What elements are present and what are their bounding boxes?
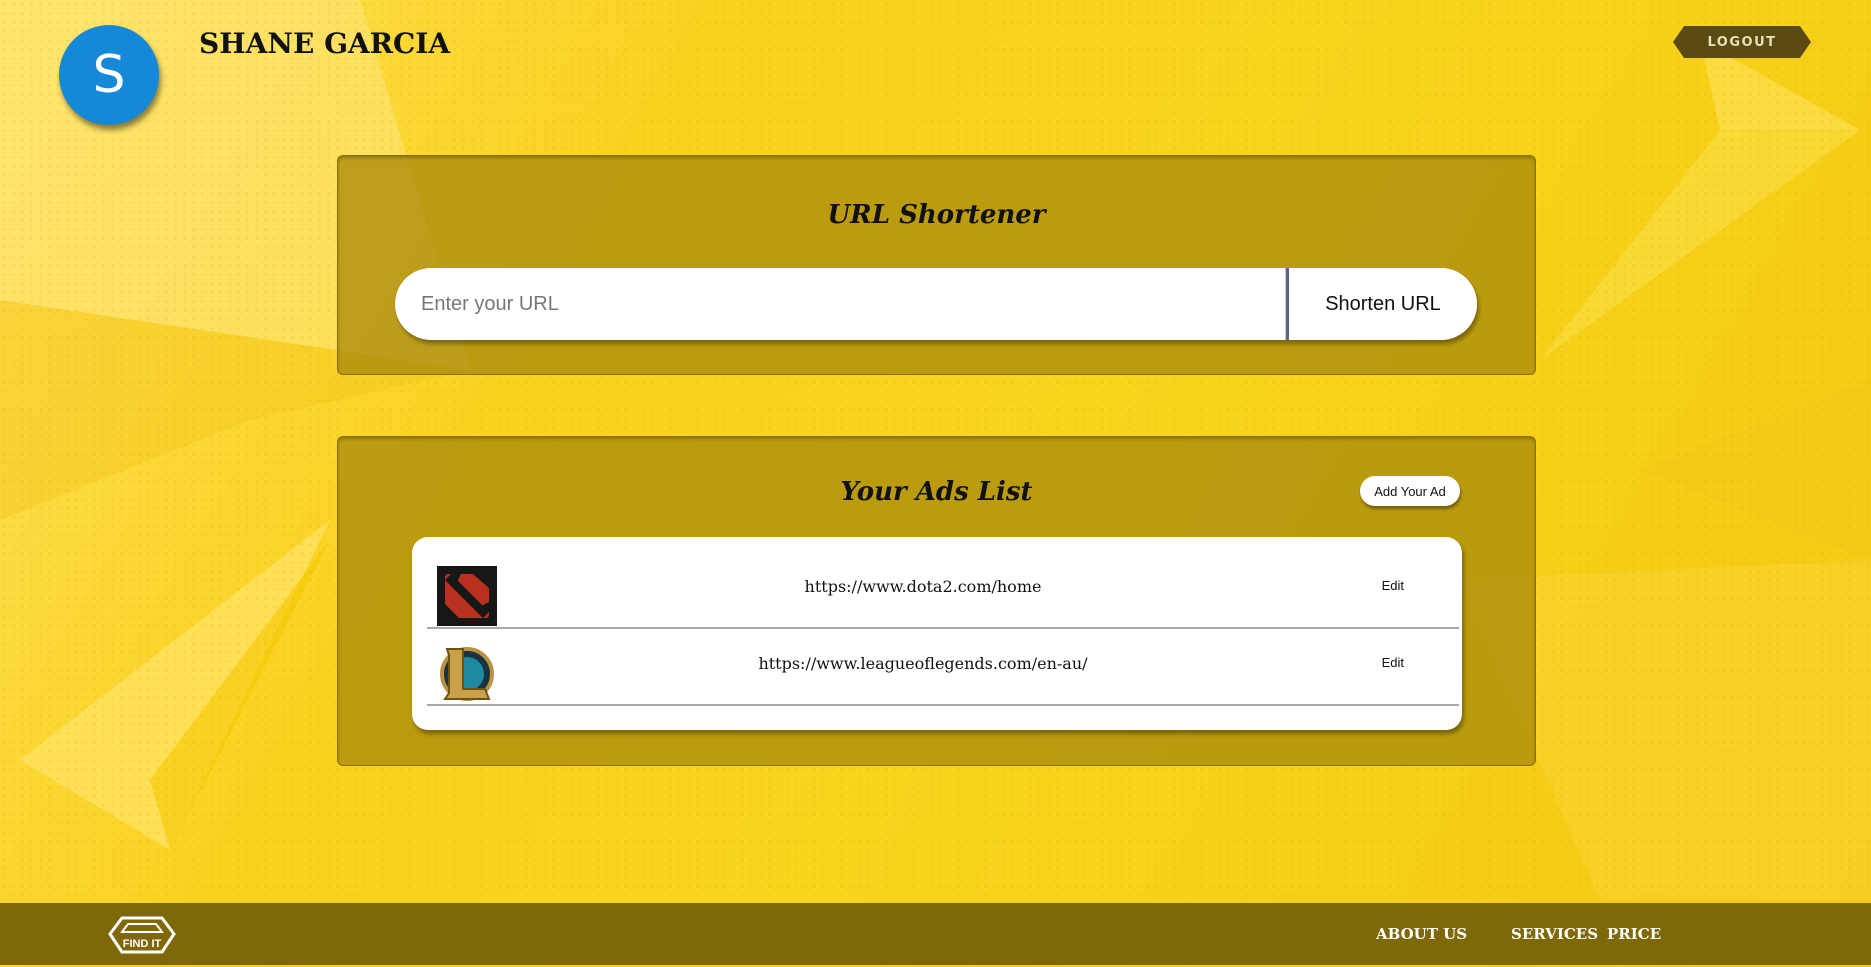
ad-list-item: https://www.dota2.com/home Edit <box>427 551 1459 629</box>
ads-list-panel: Your Ads List Add Your Ad https://www.do… <box>337 436 1536 766</box>
shorten-url-button[interactable]: Shorten URL <box>1289 268 1477 340</box>
url-input[interactable] <box>395 268 1285 340</box>
ad-edit-button[interactable]: Edit <box>1382 655 1404 670</box>
url-shortener-title: URL Shortener <box>827 200 1046 230</box>
add-ad-button[interactable]: Add Your Ad <box>1360 476 1460 506</box>
avatar[interactable]: S <box>59 25 159 125</box>
find-it-logo[interactable]: FIND IT <box>106 914 178 956</box>
footer: FIND IT ABOUT US SERVICES PRICE <box>0 903 1871 965</box>
url-shortener-panel: URL Shortener Shorten URL <box>337 155 1536 375</box>
league-of-legends-logo-icon <box>440 647 494 701</box>
logout-button[interactable]: LOGOUT <box>1673 26 1811 58</box>
ad-edit-button[interactable]: Edit <box>1382 578 1404 593</box>
url-shortener-bar: Shorten URL <box>395 268 1477 340</box>
footer-link-price[interactable]: PRICE <box>1607 925 1661 943</box>
dota2-logo-icon <box>437 566 497 626</box>
ads-list-card: https://www.dota2.com/home Edit https://… <box>412 537 1462 730</box>
ads-list-title: Your Ads List <box>840 477 1033 507</box>
ad-url[interactable]: https://www.dota2.com/home <box>547 577 1299 596</box>
user-name: SHANE GARCIA <box>199 27 451 60</box>
footer-link-about-us[interactable]: ABOUT US <box>1376 925 1467 943</box>
footer-link-services[interactable]: SERVICES <box>1511 925 1598 943</box>
svg-text:FIND IT: FIND IT <box>123 938 162 950</box>
ad-list-item: https://www.leagueoflegends.com/en-au/ E… <box>427 628 1459 706</box>
ad-url[interactable]: https://www.leagueoflegends.com/en-au/ <box>547 654 1299 673</box>
